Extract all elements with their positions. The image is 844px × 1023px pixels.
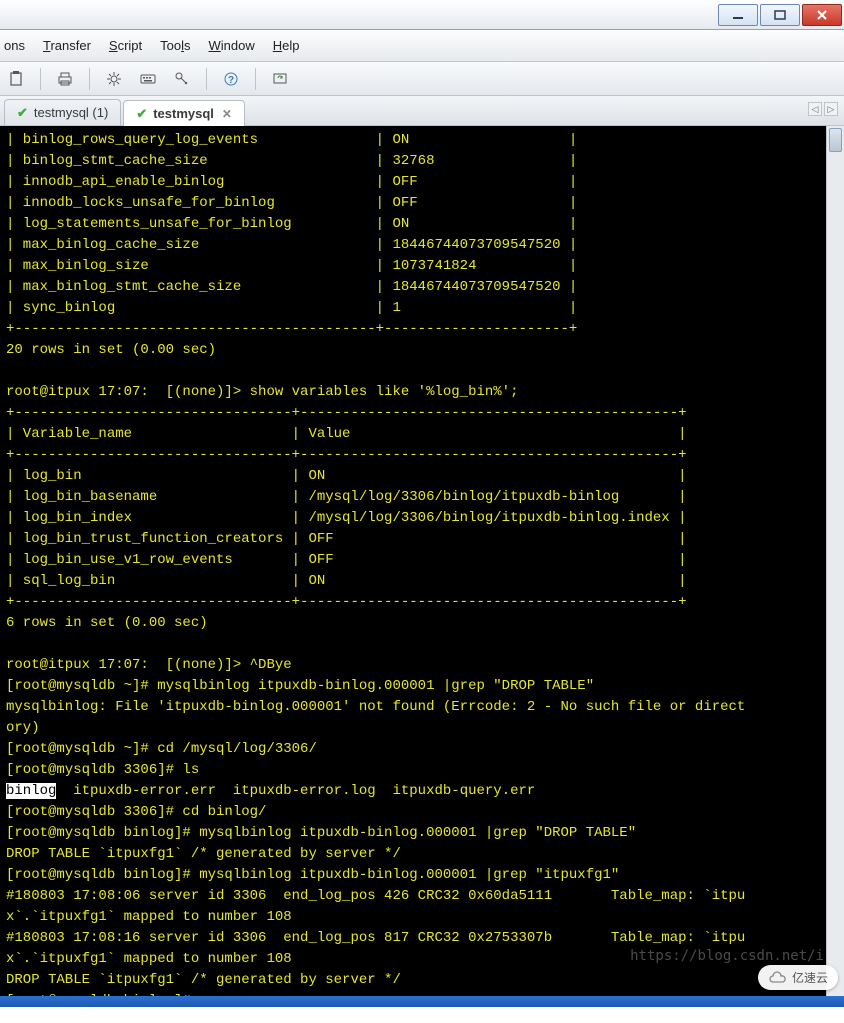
keyboard-icon[interactable] (138, 69, 158, 89)
tab-label: testmysql (153, 106, 214, 121)
gear-icon[interactable] (104, 69, 124, 89)
scrollbar-thumb[interactable] (829, 128, 842, 152)
toolbar-separator (255, 68, 256, 90)
menu-window[interactable]: Window (209, 38, 255, 53)
terminal[interactable]: | binlog_rows_query_log_events | ON | | … (0, 126, 844, 996)
tabstrip: ✔ testmysql (1) ✔ testmysql ✕ ◁ ▷ (0, 96, 844, 126)
cloud-label: 亿速云 (792, 969, 828, 986)
paste-icon[interactable] (6, 69, 26, 89)
menubar: ons Transfer Script Tools Window Help (0, 30, 844, 62)
menu-item-partial[interactable]: ons (4, 38, 25, 53)
maximize-button[interactable] (760, 4, 800, 26)
cloud-badge: 亿速云 (758, 965, 838, 990)
menu-help[interactable]: Help (273, 38, 300, 53)
toolbar-separator (206, 68, 207, 90)
tab-testmysql-1[interactable]: ✔ testmysql (1) (4, 99, 121, 125)
toolbar-separator (40, 68, 41, 90)
watermark: https://blog.csdn.net/i (630, 948, 824, 964)
cloud-icon (768, 971, 788, 985)
scrollbar[interactable] (826, 126, 844, 996)
check-icon: ✔ (17, 105, 28, 121)
tab-prev-icon[interactable]: ◁ (808, 102, 822, 116)
print-icon[interactable] (55, 69, 75, 89)
help-icon[interactable]: ? (221, 69, 241, 89)
toolbar: ? (0, 62, 844, 96)
tab-label: testmysql (1) (34, 105, 108, 120)
close-button[interactable] (802, 4, 842, 26)
menu-script[interactable]: Script (109, 38, 142, 53)
tab-next-icon[interactable]: ▷ (824, 102, 838, 116)
titlebar (0, 0, 844, 30)
toolbar-separator (89, 68, 90, 90)
tab-testmysql[interactable]: ✔ testmysql ✕ (123, 100, 245, 126)
terminal-wrap: | binlog_rows_query_log_events | ON | | … (0, 126, 844, 996)
svg-text:?: ? (228, 75, 234, 86)
taskbar (0, 996, 844, 1007)
check-icon: ✔ (136, 106, 147, 122)
minimize-button[interactable] (718, 4, 758, 26)
close-tab-icon[interactable]: ✕ (222, 107, 232, 121)
menu-transfer[interactable]: Transfer (43, 38, 91, 53)
menu-tools[interactable]: Tools (160, 38, 190, 53)
key-icon[interactable] (172, 69, 192, 89)
screen-refresh-icon[interactable] (270, 69, 290, 89)
tab-nav: ◁ ▷ (808, 102, 838, 116)
